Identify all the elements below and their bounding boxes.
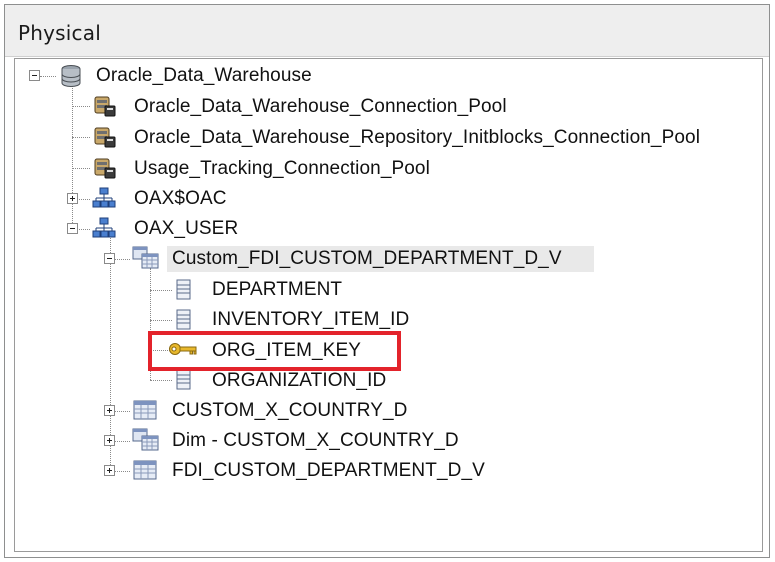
tree-item-connection-pool[interactable]: Usage_Tracking_Connection_Pool (134, 158, 430, 180)
tree-connector (150, 320, 172, 321)
panel-header: Physical (5, 5, 769, 57)
collapse-toggle[interactable] (104, 253, 115, 264)
tree-item-column[interactable]: INVENTORY_ITEM_ID (212, 309, 409, 331)
tree-item-schema[interactable]: OAX_USER (134, 218, 238, 240)
tree-connector (72, 137, 90, 138)
table-icon (133, 400, 157, 420)
tree-item-table[interactable]: FDI_CUSTOM_DEPARTMENT_D_V (172, 460, 485, 482)
expand-toggle[interactable] (104, 405, 115, 416)
tree-item-table[interactable]: Dim - CUSTOM_X_COUNTRY_D (172, 430, 459, 452)
alias-table-icon (132, 428, 159, 451)
connection-pool-icon (94, 127, 116, 148)
tree-connector (150, 380, 172, 381)
collapse-toggle[interactable] (29, 70, 40, 81)
tree-item-column[interactable]: ORGANIZATION_ID (212, 370, 386, 392)
column-icon (176, 309, 191, 330)
tree-item-database[interactable]: Oracle_Data_Warehouse (96, 65, 312, 87)
tree-item-schema[interactable]: OAX$OAC (134, 188, 227, 210)
collapse-toggle[interactable] (67, 223, 78, 234)
tree-connector (150, 290, 172, 291)
tree-connector (72, 168, 90, 169)
panel-title: Physical (18, 21, 101, 45)
table-icon (133, 460, 157, 480)
database-icon (61, 65, 81, 87)
connection-pool-icon (94, 158, 116, 179)
tree-item-connection-pool[interactable]: Oracle_Data_Warehouse_Repository_Initblo… (134, 127, 700, 149)
schema-icon (92, 217, 116, 238)
schema-icon (92, 187, 116, 208)
connection-pool-icon (94, 96, 116, 117)
tree-item-column[interactable]: DEPARTMENT (212, 279, 342, 301)
column-icon (176, 369, 191, 390)
tree-connector (40, 76, 56, 77)
expand-toggle[interactable] (104, 465, 115, 476)
expand-toggle[interactable] (67, 193, 78, 204)
expand-toggle[interactable] (104, 435, 115, 446)
tree-item-table[interactable]: CUSTOM_X_COUNTRY_D (172, 400, 407, 422)
column-icon (176, 279, 191, 300)
tree-item-connection-pool[interactable]: Oracle_Data_Warehouse_Connection_Pool (134, 96, 507, 118)
alias-table-icon (132, 246, 159, 269)
tree-item-table-selected[interactable]: Custom_FDI_CUSTOM_DEPARTMENT_D_V (172, 248, 562, 270)
tree-connector (72, 106, 90, 107)
highlight-annotation (148, 331, 401, 371)
